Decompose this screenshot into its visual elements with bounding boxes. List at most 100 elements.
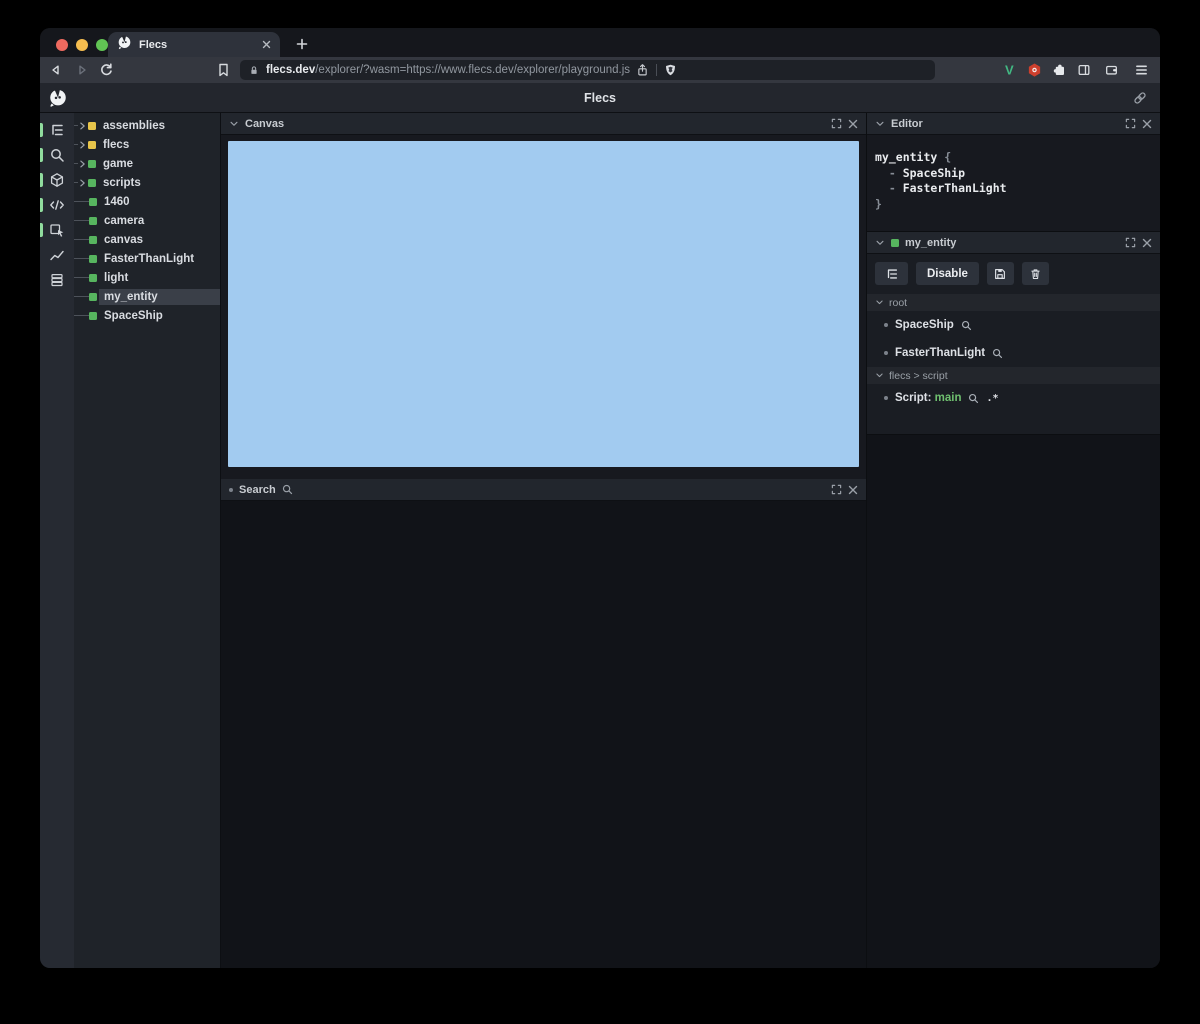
empty-right-area — [867, 435, 1160, 968]
close-window-button[interactable] — [56, 39, 68, 51]
lock-icon — [248, 64, 260, 77]
active-indicator — [40, 172, 43, 187]
tree-item-light[interactable]: light — [74, 268, 220, 287]
expand-icon[interactable] — [831, 484, 842, 495]
entity-toolbar: Disable — [867, 254, 1160, 294]
reload-button[interactable] — [99, 63, 114, 78]
magnifier-icon[interactable] — [968, 393, 979, 404]
tree-item-assemblies[interactable]: assemblies — [74, 116, 220, 135]
sidebar-rows-tool[interactable] — [40, 267, 74, 292]
forward-button[interactable] — [74, 62, 90, 78]
tab-close-icon[interactable] — [262, 40, 271, 49]
chevron-right-icon[interactable] — [78, 178, 87, 188]
magnifier-icon[interactable] — [992, 348, 1003, 359]
tree-item-my_entity[interactable]: my_entity — [74, 287, 220, 306]
search-magnifier-icon[interactable] — [282, 484, 293, 495]
disable-button[interactable]: Disable — [916, 262, 979, 285]
main-column: Canvas Search — [221, 113, 866, 968]
tree-item-label: assemblies — [103, 119, 166, 132]
close-icon[interactable] — [1142, 119, 1152, 129]
new-tab-button[interactable] — [292, 34, 312, 54]
chevron-down-icon[interactable] — [229, 119, 239, 129]
sidebar-code-tool[interactable] — [40, 192, 74, 217]
tree-connector — [74, 201, 89, 202]
sidebar-search-tool[interactable] — [40, 142, 74, 167]
chevron-down-icon — [875, 298, 884, 307]
chevron-right-icon[interactable] — [78, 159, 87, 169]
app-header: Flecs — [40, 83, 1160, 113]
close-icon[interactable] — [1142, 238, 1152, 248]
sidebar-cube-tool[interactable] — [40, 167, 74, 192]
tree-view-button[interactable] — [875, 262, 908, 285]
vue-devtools-extension-icon[interactable]: V — [1005, 63, 1014, 78]
component-item[interactable]: SpaceShip — [867, 311, 1160, 339]
chevron-right-icon[interactable] — [78, 140, 87, 150]
component-item[interactable]: Script: main .* — [867, 384, 1160, 412]
address-bar[interactable]: flecs.dev/explorer/?wasm=https://www.fle… — [240, 60, 935, 80]
minimize-window-button[interactable] — [76, 39, 88, 51]
tree-item-SpaceShip[interactable]: SpaceShip — [74, 306, 220, 325]
chevron-down-icon[interactable] — [875, 238, 885, 248]
expand-icon[interactable] — [1125, 118, 1136, 129]
zoom-window-button[interactable] — [96, 39, 108, 51]
entity-color-square — [89, 292, 97, 301]
sidebar-inspect-tool[interactable] — [40, 217, 74, 242]
expand-icon[interactable] — [831, 118, 842, 129]
tree-item-label: flecs — [103, 138, 130, 151]
inspect-icon — [49, 222, 65, 238]
tree-item-label: light — [104, 271, 129, 284]
entity-color-square — [89, 273, 97, 282]
editor-panel: Editor my_entity { - SpaceShip - FasterT… — [867, 113, 1160, 232]
tree-item-scripts[interactable]: scripts — [74, 173, 220, 192]
render-canvas[interactable] — [228, 141, 859, 467]
code-editor[interactable]: my_entity { - SpaceShip - FasterThanLigh… — [867, 135, 1160, 231]
tree-item-camera[interactable]: camera — [74, 211, 220, 230]
tree-item-flecs[interactable]: flecs — [74, 135, 220, 154]
bookmark-icon[interactable] — [217, 63, 230, 77]
browser-tab-flecs[interactable]: Flecs — [108, 32, 280, 57]
canvas-panel-title: Canvas — [245, 117, 285, 130]
tree-item-label: camera — [104, 214, 145, 227]
tree-item-canvas[interactable]: canvas — [74, 230, 220, 249]
wallet-icon[interactable] — [1104, 63, 1119, 77]
component-item[interactable]: FasterThanLight — [867, 339, 1160, 367]
entity-color-square — [89, 197, 97, 206]
tree-item-1460[interactable]: 1460 — [74, 192, 220, 211]
chevron-right-icon[interactable] — [78, 121, 87, 131]
tree-icon — [49, 122, 65, 138]
save-button[interactable] — [986, 262, 1014, 285]
brave-shield-icon[interactable] — [664, 63, 677, 77]
sidebar-toggle-icon[interactable] — [1077, 63, 1091, 77]
menu-icon[interactable] — [1135, 64, 1148, 76]
share-icon[interactable] — [636, 63, 649, 77]
bullet-icon — [884, 396, 888, 400]
section-header-flecs---script[interactable]: flecs > script — [867, 367, 1160, 384]
divider — [656, 64, 658, 76]
bullet-icon — [884, 323, 888, 327]
tree-connector — [74, 296, 89, 297]
tree-item-FasterThanLight[interactable]: FasterThanLight — [74, 249, 220, 268]
back-button[interactable] — [48, 62, 64, 78]
right-column: Editor my_entity { - SpaceShip - FasterT… — [866, 113, 1160, 968]
link-icon[interactable] — [1133, 91, 1147, 105]
component-label: Script: main — [895, 392, 962, 404]
code-line: - SpaceShip — [875, 165, 966, 180]
code-line: - FasterThanLight — [875, 181, 1007, 195]
section-header-root[interactable]: root — [867, 294, 1160, 311]
expand-icon[interactable] — [1125, 237, 1136, 248]
browser-window: Flecs flecs.dev /explorer/?wasm=https://… — [40, 28, 1160, 968]
magnifier-icon[interactable] — [961, 320, 972, 331]
regex-icon[interactable]: .* — [986, 393, 998, 404]
sidebar-chart-tool[interactable] — [40, 242, 74, 267]
bullet-icon — [229, 487, 233, 492]
close-icon[interactable] — [848, 485, 858, 495]
red-hexagon-extension-icon[interactable] — [1027, 63, 1042, 78]
extensions-puzzle-icon[interactable] — [1052, 63, 1067, 78]
sidebar-tree-tool[interactable] — [40, 117, 74, 142]
entity-inspector-panel: my_entity Disable root SpaceShip FasterT… — [867, 232, 1160, 435]
chevron-down-icon[interactable] — [875, 119, 885, 129]
close-icon[interactable] — [848, 119, 858, 129]
empty-workspace — [221, 501, 866, 968]
tree-item-game[interactable]: game — [74, 154, 220, 173]
delete-button[interactable] — [1021, 262, 1049, 285]
